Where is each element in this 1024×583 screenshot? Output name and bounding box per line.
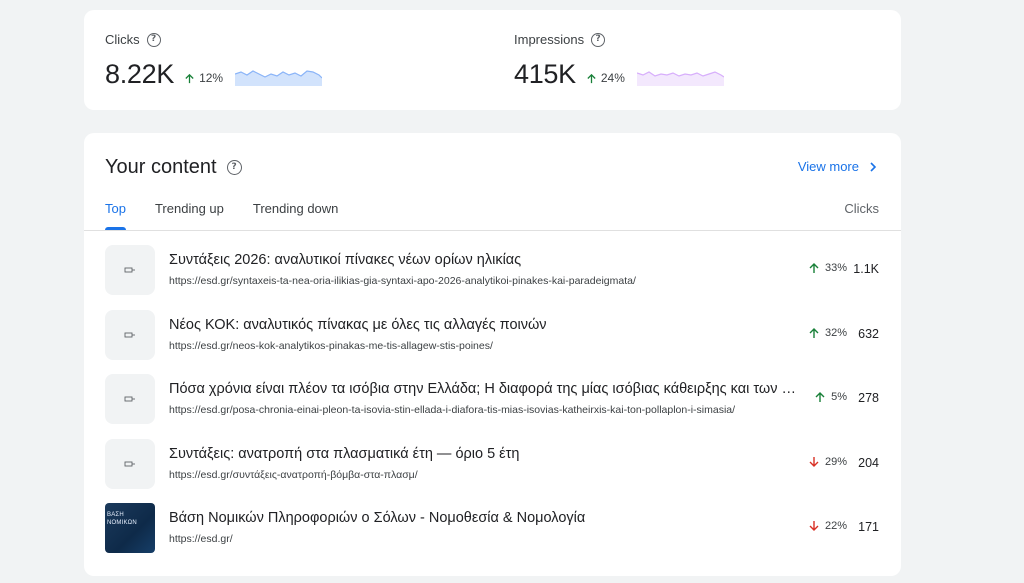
item-clicks: 171 <box>858 520 879 534</box>
tab-top[interactable]: Top <box>105 201 126 230</box>
item-delta: 5% <box>814 391 847 403</box>
list-item[interactable]: Συντάξεις: ανατροπή στα πλασματικά έτη —… <box>84 438 901 503</box>
impressions-sparkline <box>636 71 724 86</box>
content-list: Συντάξεις 2026: αναλυτικοί πίνακες νέων … <box>84 244 901 567</box>
up-arrow-icon <box>815 392 825 402</box>
thumbnail-placeholder <box>105 438 155 489</box>
thumbnail-placeholder <box>105 309 155 360</box>
thumbnail-image: ΒΑΣΗ ΝΟΜΙΚΩΝ <box>105 503 155 553</box>
item-url: https://esd.gr/neos-kok-analytikos-pinak… <box>169 339 493 352</box>
divider <box>84 230 901 231</box>
chevron-right-icon <box>870 161 877 172</box>
thumbnail-placeholder <box>105 374 155 424</box>
item-title[interactable]: Συντάξεις 2026: αναλυτικοί πίνακες νέων … <box>169 252 797 268</box>
item-url: https://esd.gr/ <box>169 533 233 545</box>
thumbnail-placeholder <box>105 245 155 295</box>
item-clicks: 1.1K <box>853 262 879 276</box>
clicks-sparkline <box>235 70 323 86</box>
image-placeholder-icon <box>124 461 135 466</box>
down-arrow-icon <box>809 521 819 531</box>
up-arrow-icon <box>809 263 819 273</box>
image-placeholder-icon <box>124 332 135 337</box>
metrics-card: Clicks ? 8.22K 12% Impressions ? 415K 24… <box>84 10 901 110</box>
item-title[interactable]: Συντάξεις: ανατροπή στα πλασματικά έτη —… <box>169 446 797 462</box>
item-clicks: 204 <box>858 455 879 470</box>
down-arrow-icon <box>809 456 819 467</box>
item-clicks: 632 <box>858 326 879 341</box>
list-item[interactable]: Πόσα χρόνια είναι πλέον τα ισόβια στην Ε… <box>84 373 901 438</box>
view-more-link[interactable]: View more <box>798 159 879 174</box>
list-item[interactable]: Νέος ΚΟΚ: αναλυτικός πίνακας με όλες τις… <box>84 309 901 374</box>
content-card: Your content ? View more Top Trending up… <box>84 133 901 576</box>
clicks-metric[interactable]: Clicks ? 8.22K 12% <box>105 32 323 89</box>
item-delta-value: 33% <box>824 262 847 274</box>
tab-trending-up[interactable]: Trending up <box>155 201 224 230</box>
item-delta-value: 29% <box>824 455 847 468</box>
impressions-delta: 24% <box>586 71 625 85</box>
item-delta-value: 32% <box>824 326 847 339</box>
item-clicks: 278 <box>858 391 879 405</box>
help-icon[interactable]: ? <box>146 32 161 47</box>
item-url: https://esd.gr/posa-chronia-einai-pleon-… <box>169 404 736 416</box>
clicks-delta-value: 12% <box>199 71 224 85</box>
item-delta: 33% <box>808 262 847 274</box>
tab-trending-down[interactable]: Trending down <box>253 201 339 230</box>
content-header: Your content ? <box>105 156 242 179</box>
item-title[interactable]: Βάση Νομικών Πληροφοριών ο Σόλων - Νομοθ… <box>169 510 797 526</box>
impressions-label: Impressions <box>514 32 585 47</box>
image-placeholder-icon <box>124 267 135 273</box>
impressions-delta-value: 24% <box>600 71 625 85</box>
item-title[interactable]: Πόσα χρόνια είναι πλέον τα ισόβια στην Ε… <box>169 381 797 397</box>
item-delta-value: 5% <box>831 391 847 403</box>
up-arrow-icon <box>587 73 596 83</box>
up-arrow-icon <box>809 327 819 338</box>
clicks-column-header: Clicks <box>844 201 879 216</box>
item-delta-value: 22% <box>824 520 847 532</box>
impressions-value: 415K <box>514 59 576 89</box>
thumbnail-text: ΒΑΣΗ <box>107 512 124 518</box>
item-delta: 22% <box>808 520 847 532</box>
item-url: https://esd.gr/syntaxeis-ta-nea-oria-ili… <box>169 275 636 287</box>
clicks-delta: 12% <box>184 71 223 85</box>
item-delta: 32% <box>808 327 847 339</box>
help-icon[interactable]: ? <box>591 32 606 47</box>
clicks-value: 8.22K <box>105 59 175 89</box>
list-item[interactable]: Συντάξεις 2026: αναλυτικοί πίνακες νέων … <box>84 244 901 309</box>
clicks-label: Clicks <box>105 32 140 47</box>
content-tabs: Top Trending up Trending down <box>105 201 367 230</box>
item-url: https://esd.gr/συντάξεις-ανατροπή-βόμβα-… <box>169 468 418 481</box>
image-placeholder-icon <box>124 396 135 402</box>
impressions-metric[interactable]: Impressions ? 415K 24% <box>514 32 724 89</box>
item-delta: 29% <box>808 456 847 468</box>
list-item[interactable]: ΒΑΣΗ ΝΟΜΙΚΩΝ Βάση Νομικών Πληροφοριών ο Σό… <box>84 502 901 567</box>
content-title: Your content <box>105 156 217 178</box>
help-icon[interactable]: ? <box>226 160 242 175</box>
up-arrow-icon <box>185 73 194 83</box>
item-title[interactable]: Νέος ΚΟΚ: αναλυτικός πίνακας με όλες τις… <box>169 317 797 333</box>
view-more-label: View more <box>797 159 859 174</box>
thumbnail-text: ΝΟΜΙΚΩΝ <box>107 520 137 526</box>
